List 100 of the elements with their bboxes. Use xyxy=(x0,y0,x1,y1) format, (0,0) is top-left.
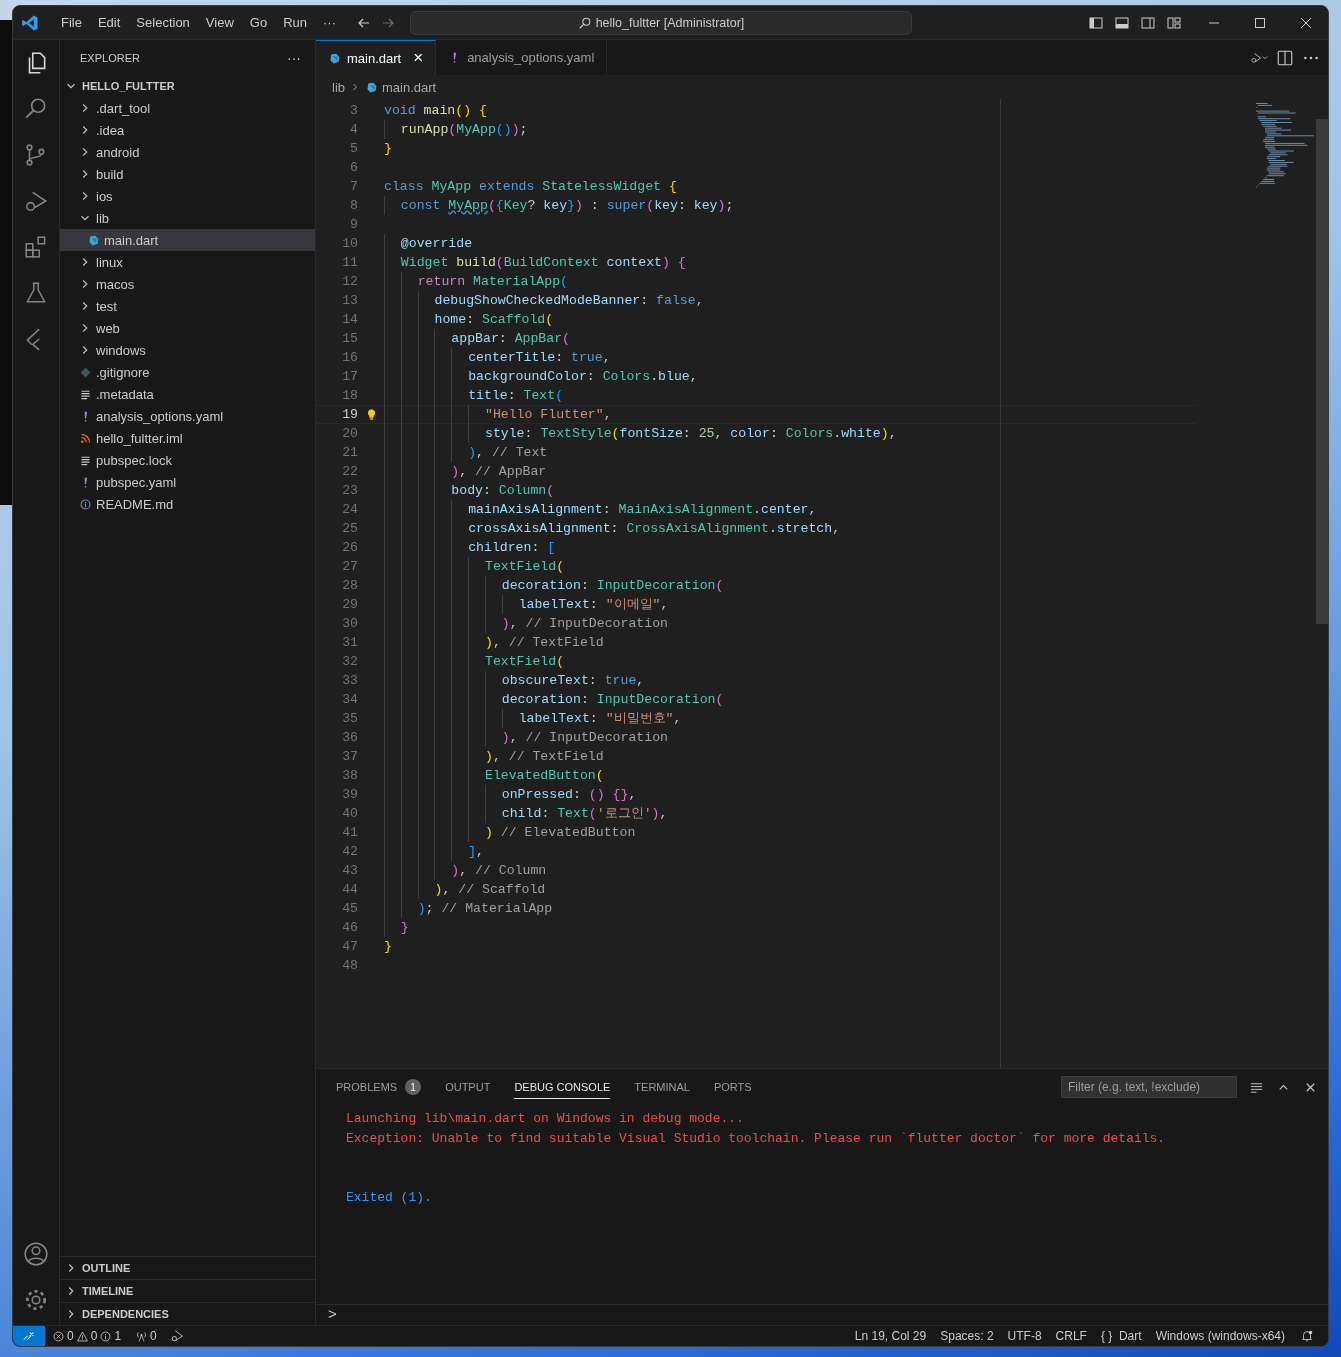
line-number: 40 xyxy=(341,806,358,821)
grid-layout-icon[interactable] xyxy=(1166,14,1182,31)
split-editor-icon[interactable] xyxy=(1276,48,1294,67)
tree-item[interactable]: .dart_tool xyxy=(60,97,315,119)
cursor-position[interactable]: Ln 19, Col 29 xyxy=(847,1329,934,1343)
code-text: const MyApp({Key? key}) : super(key: key); xyxy=(384,196,734,215)
line-number: 48 xyxy=(341,958,358,973)
panel-tab[interactable]: PROBLEMS 1 xyxy=(336,1075,422,1099)
menu-item[interactable]: Run xyxy=(275,15,315,30)
tree-item[interactable]: linux xyxy=(60,251,315,273)
sidebar-section[interactable]: TIMELINE xyxy=(60,1279,315,1302)
line-number: 37 xyxy=(341,749,358,764)
sidebar-section[interactable]: OUTLINE xyxy=(60,1256,315,1279)
code-text: debugShowCheckedModeBanner: false, xyxy=(384,291,704,310)
line-number: 33 xyxy=(341,673,358,688)
code-text: ), // AppBar xyxy=(384,462,547,481)
settings-icon[interactable] xyxy=(23,1287,49,1313)
line-number: 25 xyxy=(341,521,358,536)
ports-status[interactable]: 0 xyxy=(128,1329,164,1343)
code-text: home: Scaffold( xyxy=(384,310,554,329)
notification-bell-icon[interactable] xyxy=(1300,1329,1314,1343)
code-text: decoration: InputDecoration( xyxy=(384,576,724,595)
panel-tab[interactable]: OUTPUT xyxy=(445,1075,491,1099)
line-ending-status[interactable]: CRLF xyxy=(1048,1329,1094,1343)
tree-item[interactable]: ios xyxy=(60,185,315,207)
line-number: 32 xyxy=(341,654,358,669)
panel-tab[interactable]: DEBUG CONSOLE xyxy=(514,1075,611,1099)
code-text: ), // InputDecoration xyxy=(384,728,668,747)
tree-item[interactable]: hello_fultter.iml xyxy=(60,427,315,449)
warning-icon xyxy=(75,1329,89,1343)
breadcrumb-item[interactable]: lib xyxy=(332,79,345,95)
line-number: 5 xyxy=(349,141,358,156)
tree-item[interactable]: pubspec.yaml xyxy=(60,471,315,493)
code-text: children: [ xyxy=(384,538,556,557)
tree-item[interactable]: pubspec.lock xyxy=(60,449,315,471)
close-tab-button[interactable]: × xyxy=(413,48,424,68)
dart-file-icon xyxy=(328,51,341,65)
menu-item[interactable]: Selection xyxy=(128,15,198,30)
code-text: title: Text( xyxy=(384,386,564,405)
tree-item[interactable]: .idea xyxy=(60,119,315,141)
code-text: body: Column( xyxy=(384,481,555,500)
line-number: 47 xyxy=(341,939,358,954)
line-number: 14 xyxy=(341,312,358,327)
editor-tab[interactable]: main.dart × xyxy=(316,40,437,75)
code-text: ); // MaterialApp xyxy=(384,899,553,918)
code-text: return MaterialApp( xyxy=(384,272,569,291)
code-text: ), // TextField xyxy=(384,633,604,652)
tree-item[interactable]: android xyxy=(60,141,315,163)
menu-item[interactable]: File xyxy=(53,15,90,30)
tree-item[interactable]: build xyxy=(60,163,315,185)
tree-item[interactable]: web xyxy=(60,317,315,339)
device-status[interactable]: Windows (windows-x64) xyxy=(1148,1329,1292,1343)
tree-item[interactable]: .gitignore xyxy=(60,361,315,383)
code-text: crossAxisAlignment: CrossAxisAlignment.stretch, xyxy=(384,519,841,538)
breadcrumb-item[interactable]: main.dart xyxy=(382,79,437,95)
line-number: 45 xyxy=(341,901,358,916)
encoding-status[interactable]: UTF-8 xyxy=(1000,1329,1049,1343)
account-icon[interactable] xyxy=(23,1241,49,1267)
app-logo-icon xyxy=(21,13,39,32)
code-text: ), // Scaffold xyxy=(384,880,546,899)
sidebar-layout-icon[interactable] xyxy=(1088,14,1104,31)
warning-count: 0 xyxy=(90,1329,98,1343)
run-debug-icon[interactable] xyxy=(169,1329,184,1343)
split-layout-icon[interactable] xyxy=(1140,14,1156,31)
panel-tab[interactable]: TERMINAL xyxy=(634,1075,690,1099)
tree-item[interactable]: windows xyxy=(60,339,315,361)
indentation-status[interactable]: Spaces: 2 xyxy=(933,1329,1001,1343)
tree-item[interactable]: lib xyxy=(60,207,315,229)
filter-field[interactable]: Filter (e.g. text, !exclude) xyxy=(1061,1076,1237,1098)
tree-item[interactable]: macos xyxy=(60,273,315,295)
tree-item[interactable]: README.md xyxy=(60,493,315,515)
scrollbar[interactable] xyxy=(1316,119,1328,624)
menu-item[interactable]: Edit xyxy=(89,15,129,30)
command-center[interactable]: hello_fultter [Administrator] xyxy=(410,10,912,35)
problems-status[interactable]: 0 0 1 xyxy=(45,1329,129,1343)
code-text: ], xyxy=(384,842,484,861)
menu-item[interactable]: Go xyxy=(241,15,276,30)
line-number: 43 xyxy=(341,863,358,878)
code-text: } xyxy=(384,939,392,954)
workspace-folder[interactable]: HELLO_FULTTER xyxy=(60,75,315,97)
tree-item[interactable]: main.dart xyxy=(60,229,315,251)
line-number: 22 xyxy=(341,464,358,479)
console-line: Exited (1). xyxy=(346,1189,433,1207)
panel-tab[interactable]: PORTS xyxy=(713,1075,752,1099)
line-number: 13 xyxy=(341,293,358,308)
code-text: @override xyxy=(384,234,473,253)
tree-item[interactable]: analysis_options.yaml xyxy=(60,405,315,427)
code-text: ElevatedButton( xyxy=(384,766,604,785)
tree-item[interactable]: .metadata xyxy=(60,383,315,405)
feed-icon xyxy=(78,431,92,445)
console-prompt[interactable]: > xyxy=(328,1305,337,1322)
line-number: 15 xyxy=(341,331,358,346)
diamond-icon xyxy=(78,365,92,379)
more-menu[interactable]: ··· xyxy=(315,15,344,30)
code-text: obscureText: true, xyxy=(384,671,645,690)
tree-item[interactable]: test xyxy=(60,295,315,317)
menu-item[interactable]: View xyxy=(197,15,242,30)
language-status[interactable]: { } Dart xyxy=(1093,1329,1149,1343)
panel-layout-icon[interactable] xyxy=(1114,14,1130,31)
more-actions[interactable]: ··· xyxy=(287,49,301,66)
